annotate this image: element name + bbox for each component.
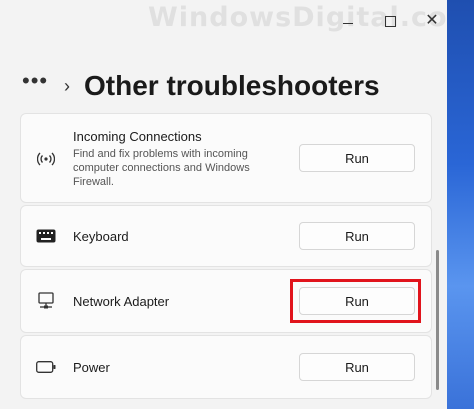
troubleshooter-incoming-connections: Incoming Connections Find and fix proble… xyxy=(20,113,432,203)
close-button[interactable]: ✕ xyxy=(414,10,450,32)
troubleshooter-keyboard: Keyboard Run xyxy=(20,205,432,267)
breadcrumb: ••• › Other troubleshooters xyxy=(22,66,380,106)
troubleshooter-label: Incoming Connections xyxy=(73,129,202,144)
troubleshooter-label: Network Adapter xyxy=(73,294,170,309)
maximize-button[interactable] xyxy=(372,10,408,32)
network-adapter-icon xyxy=(36,291,56,311)
troubleshooter-description: Find and fix problems with incoming comp… xyxy=(73,148,250,188)
maximize-icon xyxy=(384,15,396,27)
page-title: Other troubleshooters xyxy=(84,70,380,101)
minimize-icon xyxy=(343,22,353,24)
scrollbar[interactable] xyxy=(436,250,439,390)
battery-icon xyxy=(36,357,56,377)
close-icon: ✕ xyxy=(425,12,439,29)
title-bar: ✕ xyxy=(0,0,447,40)
desktop-wallpaper xyxy=(447,0,474,409)
run-button-power[interactable]: Run xyxy=(299,353,415,381)
breadcrumb-more-button[interactable]: ••• xyxy=(22,70,50,92)
troubleshooter-label: Keyboard xyxy=(73,229,129,244)
troubleshooter-label: Power xyxy=(73,360,110,375)
wifi-signal-icon xyxy=(36,149,56,169)
settings-window: WindowsDigital.com ✕ ••• › Other trouble… xyxy=(0,0,474,409)
troubleshooter-power: Power Run xyxy=(20,335,432,399)
minimize-button[interactable] xyxy=(330,10,366,32)
run-button-keyboard[interactable]: Run xyxy=(299,222,415,250)
chevron-right-icon: › xyxy=(64,75,70,96)
keyboard-icon xyxy=(36,226,56,246)
highlight-box xyxy=(290,279,421,323)
run-button-incoming-connections[interactable]: Run xyxy=(299,144,415,172)
